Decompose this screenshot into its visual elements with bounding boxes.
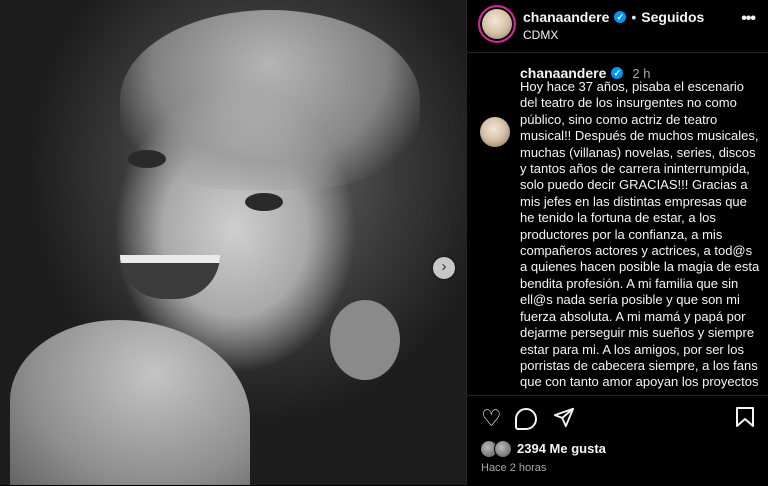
location-link[interactable]: CDMX bbox=[523, 28, 558, 42]
avatar[interactable] bbox=[478, 5, 516, 43]
likes-number: 2394 bbox=[517, 441, 546, 456]
caption-avatar[interactable] bbox=[480, 117, 510, 147]
comment-icon[interactable] bbox=[515, 408, 537, 430]
heart-icon[interactable]: ♡ bbox=[481, 406, 502, 430]
caption-text: Hoy hace 37 años, pisaba el escenario de… bbox=[520, 79, 760, 390]
liker-avatar bbox=[494, 440, 512, 458]
bookmark-icon[interactable] bbox=[735, 406, 755, 428]
share-icon[interactable] bbox=[553, 406, 575, 428]
chevron-right-icon[interactable]: › bbox=[433, 257, 455, 279]
follow-status-button[interactable]: Seguidos bbox=[641, 9, 704, 25]
image-smile bbox=[120, 255, 220, 299]
more-options-icon[interactable]: ••• bbox=[741, 10, 756, 28]
post-header: chanaandere ✓ • Seguidos CDMX ••• bbox=[467, 0, 768, 53]
verified-badge-icon: ✓ bbox=[611, 67, 624, 79]
image-ear bbox=[330, 300, 400, 380]
header-user-line: chanaandere ✓ • Seguidos bbox=[523, 9, 704, 25]
caption-area[interactable]: chanaandere ✓ 2 h Hoy hace 37 años, pisa… bbox=[467, 53, 768, 395]
separator-dot: • bbox=[631, 9, 637, 25]
actions-bar: ♡ 2394 Me gusta Hace 2 horas bbox=[467, 395, 768, 486]
likes-count[interactable]: 2394 Me gusta bbox=[517, 441, 606, 456]
image-eye-right bbox=[245, 193, 283, 211]
image-eye-left bbox=[128, 150, 166, 168]
post-image[interactable]: › bbox=[0, 0, 466, 485]
image-hair-shape bbox=[120, 10, 420, 190]
username[interactable]: chanaandere bbox=[523, 9, 609, 25]
post-panel: chanaandere ✓ • Seguidos CDMX ••• chanaa… bbox=[466, 0, 768, 486]
liked-by-avatars[interactable] bbox=[480, 440, 514, 458]
likes-label: Me gusta bbox=[549, 441, 606, 456]
image-hand bbox=[10, 320, 250, 485]
posted-timestamp[interactable]: Hace 2 horas bbox=[481, 462, 546, 474]
verified-badge-icon: ✓ bbox=[614, 11, 627, 23]
